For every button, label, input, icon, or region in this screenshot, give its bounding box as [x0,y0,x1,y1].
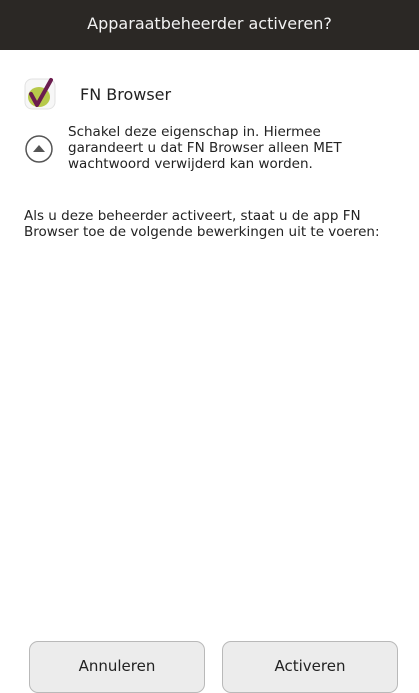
activation-warning-text: Als u deze beheerder activeert, staat u … [24,208,380,240]
expand-up-icon[interactable] [24,134,54,164]
app-row: FN Browser [22,76,171,112]
cancel-button[interactable]: Annuleren [29,641,205,693]
activate-button[interactable]: Activeren [222,641,398,693]
description-text: Schakel deze eigenschap in. Hiermee gara… [68,124,342,172]
button-bar: Annuleren Activeren [0,641,419,693]
dialog-title-bar: Apparaatbeheerder activeren? [0,0,419,50]
app-name: FN Browser [80,84,172,104]
dialog-title: Apparaatbeheerder activeren? [87,13,332,33]
description-row: Schakel deze eigenschap in. Hiermee gara… [24,124,394,172]
fn-browser-app-icon [24,78,56,110]
